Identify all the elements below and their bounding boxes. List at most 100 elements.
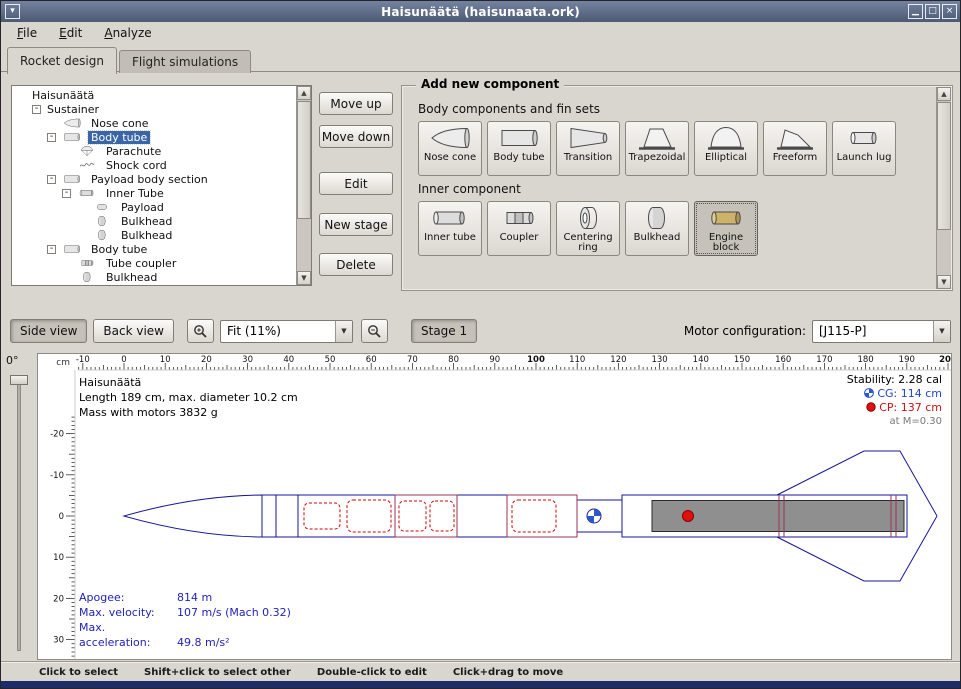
minimize-button[interactable]: ▁ — [908, 4, 923, 19]
menu-edit[interactable]: Edit — [51, 24, 90, 42]
add-elliptical-button[interactable]: Elliptical — [694, 121, 758, 176]
tree-item-label: Bulkhead — [118, 229, 175, 242]
tree-row[interactable]: Bulkhead — [13, 228, 295, 242]
add-launch-lug-button[interactable]: Launch lug — [832, 121, 896, 176]
component-button-label: Engine block — [695, 233, 757, 253]
scroll-down-icon[interactable]: ▼ — [937, 275, 951, 289]
tree-row[interactable]: -Body tube — [13, 130, 295, 144]
zoom-in-button[interactable] — [187, 319, 214, 343]
add-trapezoidal-button[interactable]: Trapezoidal — [625, 121, 689, 176]
tree-row[interactable]: Shock cord — [13, 158, 295, 172]
svg-text:cm: cm — [56, 358, 70, 368]
status-hint: Click+drag to move — [453, 667, 563, 678]
move-down-button[interactable]: Move down — [319, 125, 393, 148]
maximize-button[interactable]: □ — [925, 4, 940, 19]
tree-row[interactable]: Bulkhead — [13, 214, 295, 228]
tree-scrollbar-thumb[interactable] — [297, 101, 311, 219]
add-transition-button[interactable]: Transition — [556, 121, 620, 176]
window-title: Haisunäätä (haisunaata.ork) — [1, 5, 960, 19]
add-body-tube-button[interactable]: Body tube — [487, 121, 551, 176]
component-button-label: Centering ring — [557, 233, 619, 253]
svg-text:180: 180 — [857, 355, 873, 365]
component-button-label: Coupler — [500, 233, 539, 243]
back-view-button[interactable]: Back view — [93, 319, 174, 343]
new-stage-button[interactable]: New stage — [319, 213, 393, 236]
section-label: Body components and fin sets — [418, 102, 932, 116]
parachute-icon — [74, 145, 100, 157]
svg-text:90: 90 — [489, 355, 500, 365]
tree-expander-icon[interactable]: - — [47, 175, 56, 184]
add-centering-ring-button[interactable]: Centering ring — [556, 201, 620, 256]
zoom-select[interactable]: Fit (11%) ▼ — [220, 320, 353, 343]
tree-item-label: Haisunäätä — [29, 89, 97, 102]
delete-button[interactable]: Delete — [319, 253, 393, 276]
tree-row[interactable]: Haisunäätä — [13, 88, 295, 102]
tree-row[interactable]: Parachute — [13, 144, 295, 158]
window-bottom-edge — [1, 681, 960, 688]
bulkhead-icon — [89, 215, 115, 227]
component-button-label: Trapezoidal — [629, 153, 686, 163]
body-tube-icon — [498, 124, 540, 152]
flight-data-row: Apogee:814 m — [79, 590, 291, 605]
tree-row[interactable]: -Body tube — [13, 242, 295, 256]
tree-expander-icon[interactable]: - — [32, 105, 41, 114]
zoom-out-icon — [367, 324, 382, 339]
tree-item-label: Inner Tube — [103, 187, 167, 200]
menu-file[interactable]: File — [9, 24, 45, 42]
tab-flight-simulations[interactable]: Flight simulations — [119, 50, 251, 73]
transition-icon-wrap — [567, 124, 609, 152]
stability-value: Stability: 2.28 cal — [847, 373, 942, 387]
tree-row[interactable]: Tube coupler — [13, 256, 295, 270]
flight-data-row: Max. acceleration:49.8 m/s² — [79, 620, 291, 650]
tree-row[interactable]: Nose cone — [13, 116, 295, 130]
rotation-slider-track[interactable] — [17, 380, 21, 651]
tree-expander-icon[interactable]: - — [47, 133, 56, 142]
svg-text:120: 120 — [610, 355, 626, 365]
zoom-out-button[interactable] — [361, 319, 388, 343]
tree-scrollbar[interactable]: ▲ ▼ — [296, 86, 311, 285]
add-engine-block-button[interactable]: Engine block — [694, 201, 758, 256]
centering-ring-icon-wrap — [567, 204, 609, 232]
cp-marker — [683, 511, 694, 522]
scroll-up-icon[interactable]: ▲ — [937, 87, 951, 101]
rocket-info: Haisunäätä Length 189 cm, max. diameter … — [79, 375, 298, 420]
tab-rocket-design[interactable]: Rocket design — [7, 47, 117, 74]
menu-analyze[interactable]: Analyze — [96, 24, 159, 42]
svg-text:10: 10 — [160, 355, 171, 365]
component-tree: Haisunäätä-SustainerNose cone-Body tubeP… — [11, 85, 312, 286]
edit-button[interactable]: Edit — [319, 172, 393, 195]
side-view-button[interactable]: Side view — [10, 319, 87, 343]
tree-item-label: Parachute — [103, 145, 164, 158]
tree-expander-icon[interactable]: - — [62, 189, 71, 198]
zoom-select-value: Fit (11%) — [221, 324, 335, 338]
tree-row[interactable]: Bulkhead — [13, 270, 295, 284]
rotation-slider-handle[interactable] — [10, 375, 28, 385]
close-button[interactable]: × — [942, 4, 957, 19]
add-nose-cone-button[interactable]: Nose cone — [418, 121, 482, 176]
add-component-sections: Body components and fin sets Nose coneBod… — [418, 96, 932, 256]
add-component-scrollbar[interactable]: ▲ ▼ — [936, 87, 951, 289]
tree-row[interactable]: - Inner Tube — [13, 186, 295, 200]
nose-cone-icon — [59, 117, 85, 129]
tree-item-label: Payload body section — [88, 173, 211, 186]
motor-configuration-select[interactable]: [J115-P] ▼ — [812, 320, 951, 343]
scroll-up-icon[interactable]: ▲ — [297, 86, 311, 100]
tree-expander-icon[interactable]: - — [47, 245, 56, 254]
move-up-button[interactable]: Move up — [319, 92, 393, 115]
nose-cone-icon — [59, 117, 85, 129]
add-inner-tube-button[interactable]: Inner tube — [418, 201, 482, 256]
cp-value: CP: 137 cm — [879, 401, 942, 414]
scroll-down-icon[interactable]: ▼ — [297, 271, 311, 285]
tree-action-buttons: Move up Move down Edit New stage Delete — [319, 92, 393, 276]
tree-row[interactable]: - Payload body section — [13, 172, 295, 186]
tree-row[interactable]: -Sustainer — [13, 102, 295, 116]
stage-1-button[interactable]: Stage 1 — [411, 319, 477, 343]
add-component-scrollbar-thumb[interactable] — [937, 102, 951, 230]
dropdown-arrow-icon: ▼ — [933, 321, 950, 342]
transition-icon — [567, 124, 609, 152]
freeform-icon-wrap — [774, 124, 816, 152]
tree-row[interactable]: Payload — [13, 200, 295, 214]
add-bulkhead-button[interactable]: Bulkhead — [625, 201, 689, 256]
add-freeform-button[interactable]: Freeform — [763, 121, 827, 176]
add-coupler-button[interactable]: Coupler — [487, 201, 551, 256]
